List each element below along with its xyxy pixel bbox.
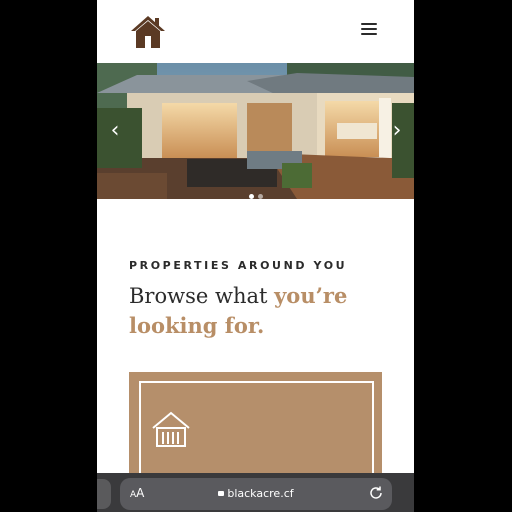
hero-image-carousel[interactable]: ‹ › <box>97 63 414 199</box>
section-eyebrow: PROPERTIES AROUND YOU <box>129 259 348 272</box>
tab-switcher-stub[interactable] <box>97 479 111 509</box>
mobile-screen: ‹ › PROPERTIES AROUND YOU Browse what yo… <box>97 0 414 512</box>
house-photo <box>97 63 414 199</box>
section-headline: Browse what you’re looking for. <box>129 281 389 341</box>
carousel-dot-2[interactable] <box>257 194 263 199</box>
url-text[interactable]: blackacre.cf <box>120 487 392 500</box>
address-bar[interactable]: AA blackacre.cf <box>120 478 392 510</box>
hamburger-menu-icon[interactable] <box>361 23 377 37</box>
chevron-right-icon[interactable]: › <box>387 119 407 143</box>
carousel-dot-1[interactable] <box>248 194 254 199</box>
site-header <box>97 0 414 63</box>
building-columns-icon <box>152 411 190 447</box>
reload-icon[interactable] <box>368 485 384 501</box>
carousel-dots <box>97 184 414 199</box>
headline-plain: Browse what <box>129 284 275 308</box>
chevron-left-icon[interactable]: ‹ <box>105 119 125 143</box>
lock-icon <box>218 490 225 496</box>
browser-toolbar: AA blackacre.cf <box>97 473 414 512</box>
house-icon[interactable] <box>130 14 166 50</box>
